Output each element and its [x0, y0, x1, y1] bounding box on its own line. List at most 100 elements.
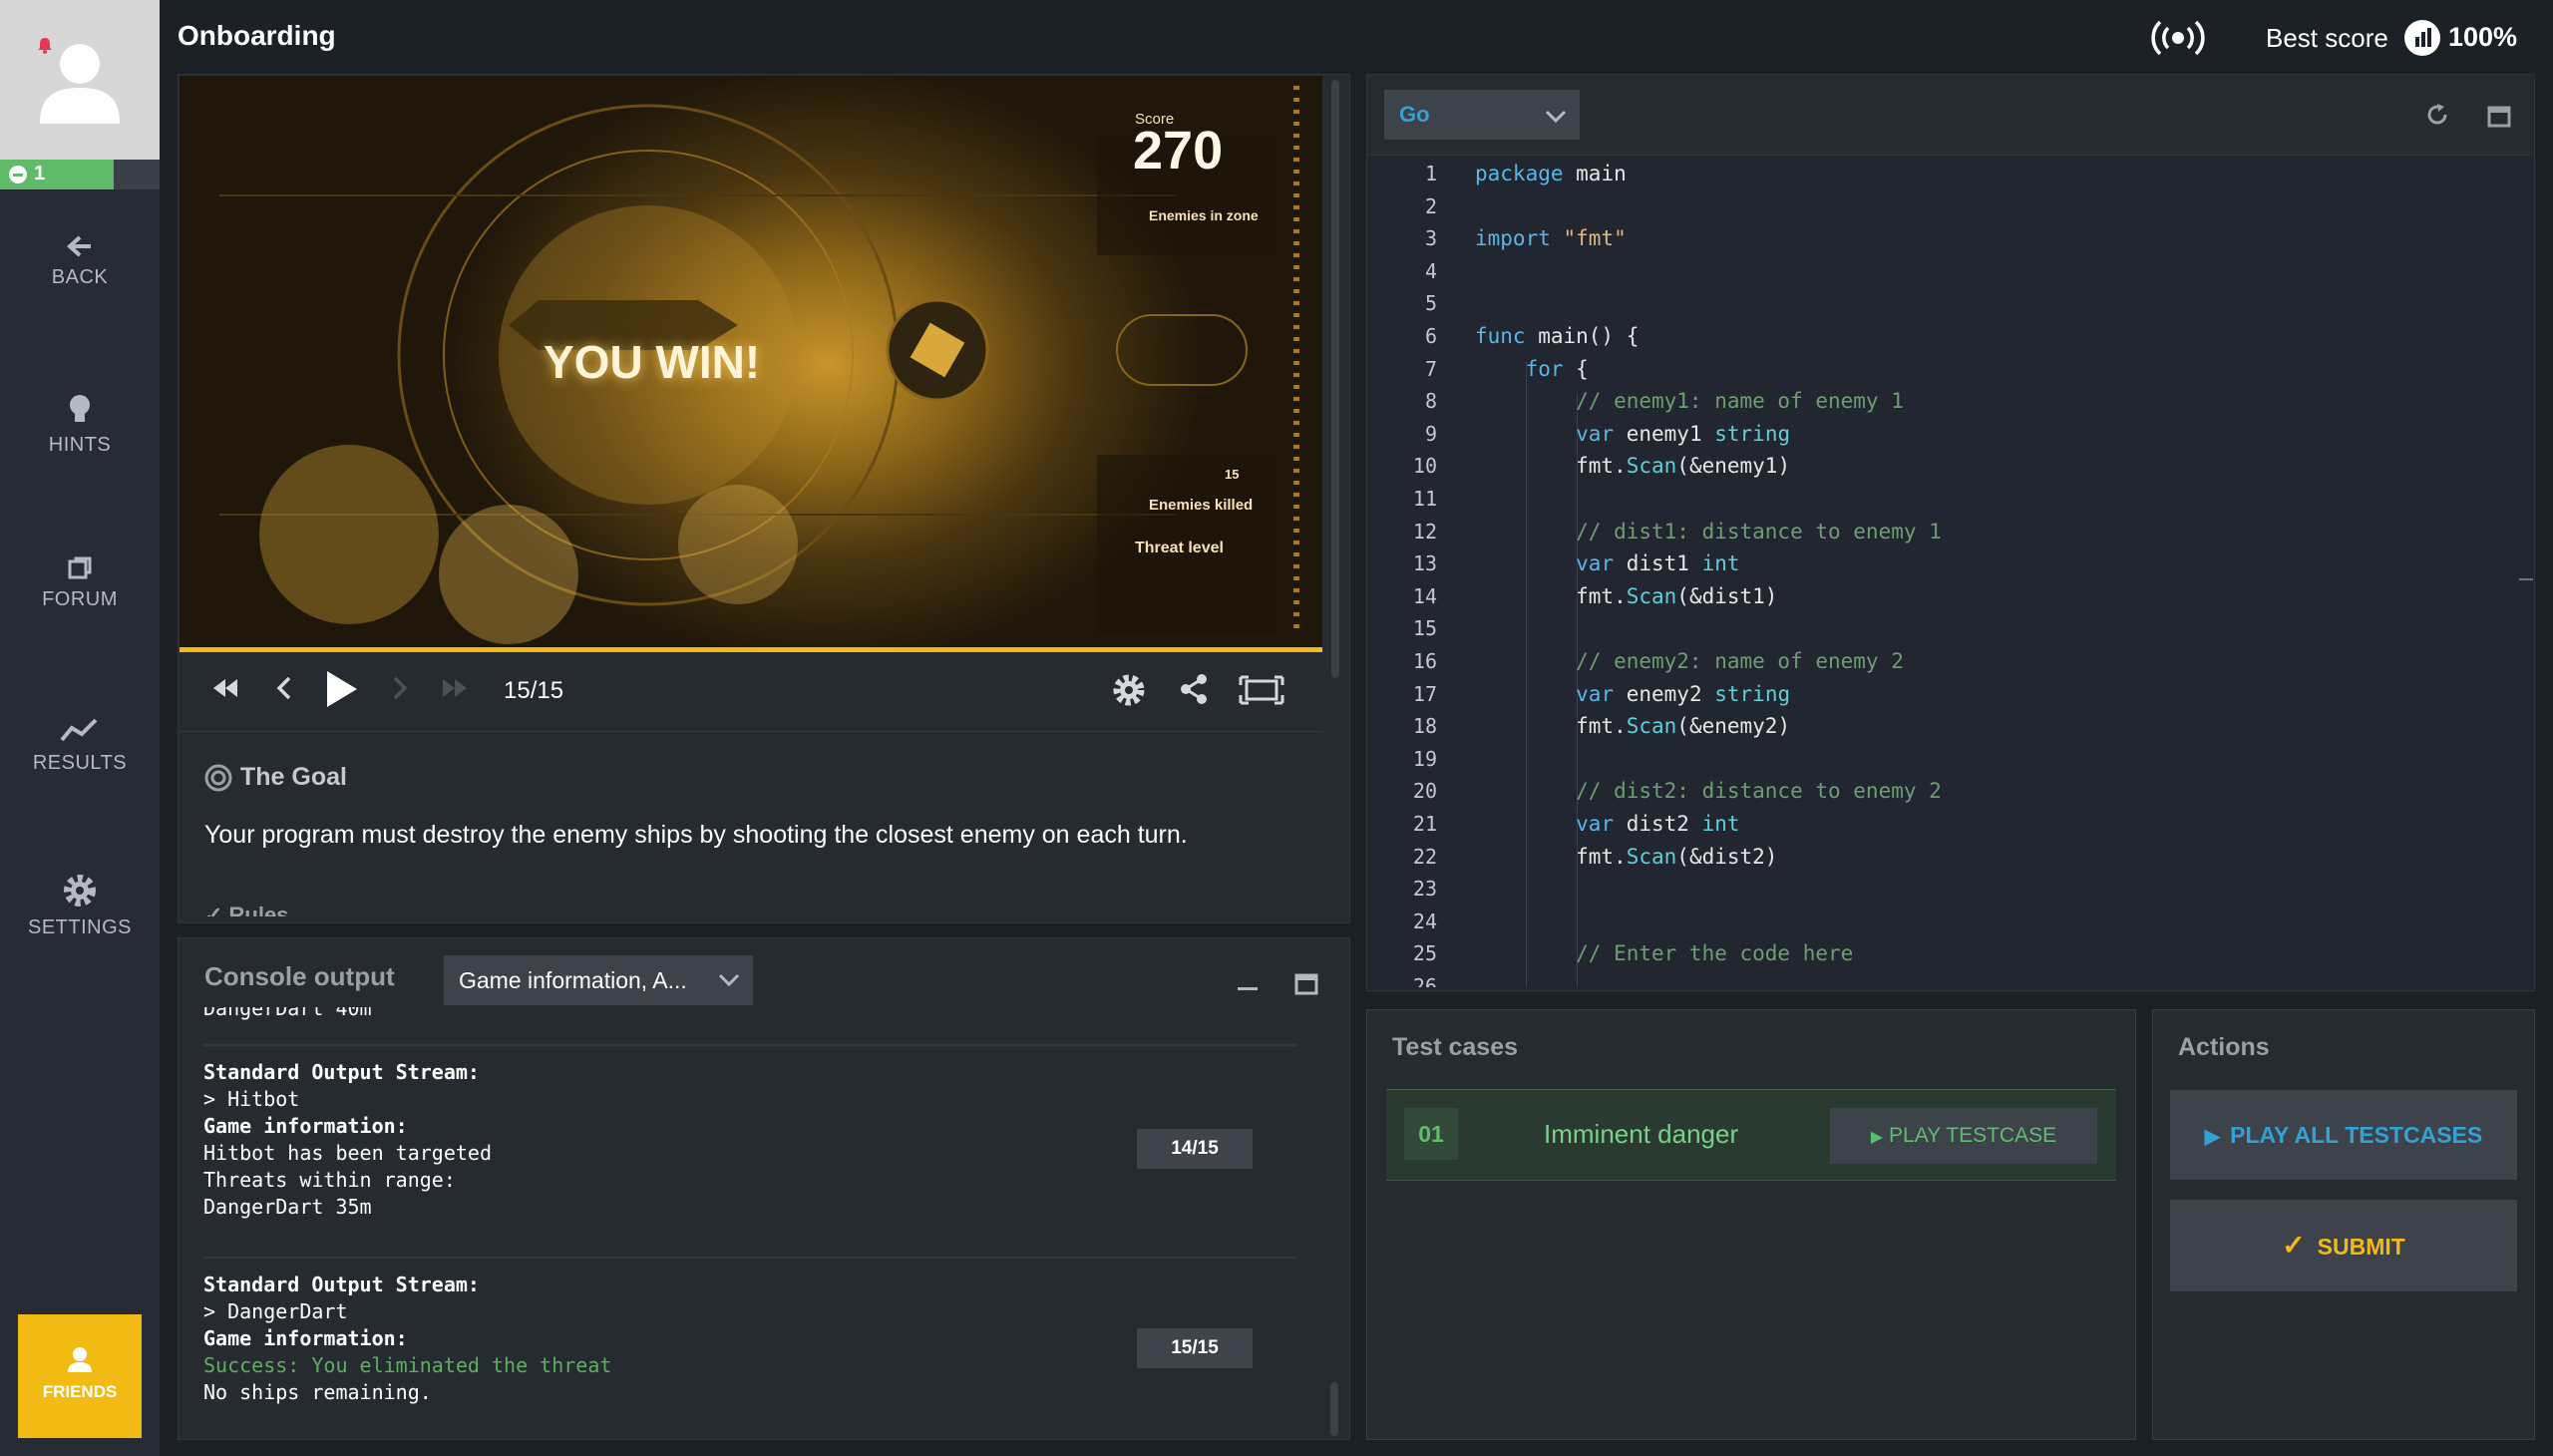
info-line: DangerDart 35m: [203, 1195, 372, 1219]
testcase-name: Imminent danger: [1544, 1119, 1739, 1149]
hud-threat-level-label: Threat level: [1135, 540, 1224, 556]
sidebar-item-label: RESULTS: [32, 752, 128, 774]
log-clipped-line: DangerDart 40m: [203, 1007, 372, 1020]
line-number: 12: [1412, 519, 1437, 544]
notification-bell-icon[interactable]: [36, 36, 54, 54]
settings-gear-icon[interactable]: [1112, 673, 1146, 707]
line-number: 19: [1412, 746, 1437, 771]
play-triangle-icon: ▶: [2204, 1126, 2221, 1148]
code-line: fmt.Scan(&dist1): [1475, 583, 1778, 608]
info-line: Threats within range:: [203, 1168, 456, 1192]
sidebar-item-label: SETTINGS: [27, 916, 132, 938]
code-line: // enemy1: name of enemy 1: [1475, 389, 1904, 414]
code-editor[interactable]: 1 2 3 4 5 6 7 8 9 10 11 12 13 14 15 16 17 18 19 20 21 22 23 24 2…: [1367, 156, 2532, 987]
replay-progress-bar[interactable]: [180, 647, 1322, 652]
language-select[interactable]: Go: [1384, 90, 1580, 140]
top-bar: Onboarding Best score 100%: [161, 0, 2553, 74]
stdout-value: > Hitbot: [203, 1087, 300, 1111]
success-line: Success: You eliminated the threat: [203, 1353, 612, 1377]
chart-line-icon: [60, 718, 98, 742]
step-back-icon[interactable]: [275, 673, 293, 703]
line-number: 24: [1412, 909, 1437, 933]
score-chart-icon: [2404, 20, 2440, 56]
line-number: 7: [1424, 356, 1437, 381]
code-line: func main() {: [1475, 324, 1640, 348]
play-all-testcases-button[interactable]: ▶ PLAY ALL TESTCASES: [2170, 1090, 2517, 1180]
best-score-label: Best score: [2266, 23, 2388, 53]
line-number: 22: [1412, 844, 1437, 869]
skip-to-end-icon[interactable]: [441, 673, 469, 703]
line-number: 17: [1412, 681, 1437, 706]
code-line: fmt.Scan(&dist2): [1475, 844, 1778, 869]
replay-controls: 15/15: [180, 653, 1322, 732]
page-title: Onboarding: [178, 20, 336, 51]
fullscreen-icon[interactable]: [1239, 675, 1284, 705]
console-scrollbar[interactable]: [1330, 1382, 1338, 1436]
console-filter-value: Game information, A...: [459, 967, 687, 993]
friends-button[interactable]: FRIENDS: [18, 1314, 142, 1438]
goal-heading: The Goal: [204, 763, 347, 792]
play-testcase-label: PLAY TESTCASE: [1889, 1124, 2057, 1147]
reset-code-icon[interactable]: [2425, 103, 2449, 127]
chevron-down-icon: [1545, 110, 1567, 124]
sidebar-item-label: BACK: [51, 266, 109, 288]
actions-title: Actions: [2178, 1033, 2270, 1061]
sidebar-item-hints[interactable]: HINTS: [0, 394, 160, 504]
test-cases-panel: [1366, 1009, 2136, 1440]
skip-to-start-icon[interactable]: [211, 673, 239, 703]
log-entry: Standard Output Stream: > DangerDart Gam…: [203, 1272, 1296, 1406]
avatar[interactable]: [0, 0, 160, 160]
code-line: // Enter the code here: [1475, 941, 1854, 966]
maximize-icon[interactable]: [1294, 973, 1318, 995]
frame-badge[interactable]: 14/15: [1137, 1129, 1253, 1169]
code-line: // dist2: distance to enemy 2: [1475, 779, 1942, 804]
info-label: Game information:: [203, 1114, 408, 1138]
line-number: 20: [1412, 779, 1437, 804]
maximize-icon[interactable]: [2487, 106, 2511, 128]
viewer-scrollbar[interactable]: [1331, 80, 1339, 678]
sidebar-item-settings[interactable]: SETTINGS: [0, 873, 160, 982]
arrow-left-icon: [67, 235, 91, 257]
share-icon[interactable]: [1179, 673, 1209, 705]
line-number: 3: [1424, 226, 1437, 251]
submit-label: SUBMIT: [2317, 1234, 2405, 1260]
sidebar-item-forum[interactable]: FORUM: [0, 556, 160, 666]
play-testcase-button[interactable]: ▶ PLAY TESTCASE: [1830, 1108, 2097, 1164]
code-line: // dist1: distance to enemy 1: [1475, 519, 1942, 544]
console-filter-select[interactable]: Game information, A...: [444, 955, 753, 1005]
stdout-label: Standard Output Stream:: [203, 1273, 480, 1296]
line-number: 25: [1412, 941, 1437, 966]
info-label: Game information:: [203, 1326, 408, 1350]
sidebar-item-back[interactable]: BACK: [0, 234, 160, 344]
test-cases-title: Test cases: [1392, 1033, 1519, 1061]
play-icon[interactable]: [323, 669, 359, 709]
friends-icon: [68, 1347, 92, 1372]
frame-counter: 15/15: [504, 677, 564, 704]
testcase-number: 01: [1404, 1108, 1458, 1160]
level-indicator: 1: [8, 163, 45, 185]
minimize-icon[interactable]: [1238, 987, 1258, 990]
game-win-banner: YOU WIN!: [544, 336, 761, 388]
broadcast-icon[interactable]: [2150, 18, 2206, 58]
line-number: 13: [1412, 551, 1437, 576]
code-line: fmt.Scan(&enemy1): [1475, 454, 1791, 479]
rules-heading[interactable]: ✓ Rules: [204, 903, 288, 916]
code-line: import "fmt": [1475, 226, 1627, 251]
chevron-down-icon: [718, 973, 740, 987]
sidebar-item-results[interactable]: RESULTS: [0, 716, 160, 826]
line-number: 21: [1412, 812, 1437, 836]
editor-scroll-marker[interactable]: [2519, 578, 2533, 580]
level-progress-bar: 1: [0, 160, 160, 189]
frame-badge[interactable]: 15/15: [1137, 1328, 1253, 1368]
code-line: var dist1 int: [1576, 551, 1740, 576]
stdout-value: > DangerDart: [203, 1299, 348, 1323]
submit-button[interactable]: ✓ SUBMIT: [2170, 1200, 2517, 1291]
step-forward-icon[interactable]: [391, 673, 409, 703]
left-sidebar: 1 BACK HINTS FORUM RESULTS SETTINGS FRIE…: [0, 0, 161, 1456]
line-number: 9: [1424, 421, 1437, 446]
line-number: 1: [1424, 162, 1437, 185]
line-number: 26: [1412, 974, 1437, 987]
line-number: 18: [1412, 714, 1437, 739]
hud-enemies-killed-label: Enemies killed: [1149, 497, 1254, 514]
line-number: 10: [1412, 454, 1437, 479]
